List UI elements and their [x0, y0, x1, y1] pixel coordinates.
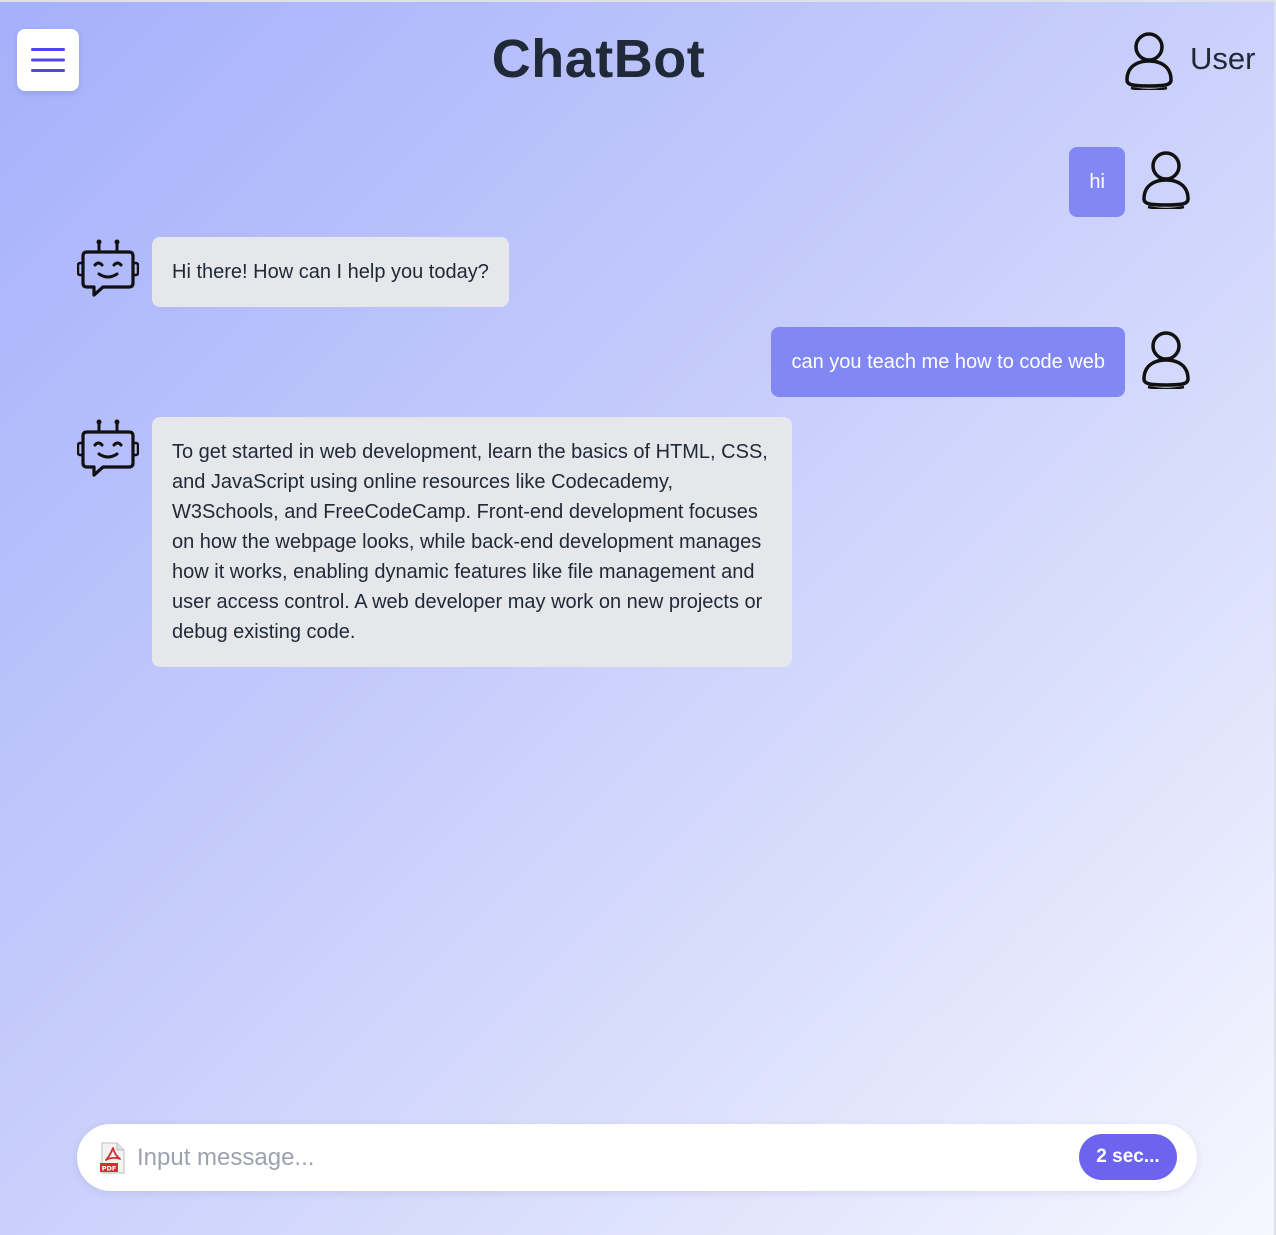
robot-icon: [77, 419, 139, 477]
message-avatar: [1135, 327, 1197, 389]
message-row-user: hi: [1069, 147, 1197, 217]
svg-text:PDF: PDF: [102, 1165, 117, 1173]
send-button[interactable]: 2 sec...: [1079, 1134, 1177, 1180]
user-message-bubble: hi: [1069, 147, 1125, 217]
pdf-file-icon: PDF: [100, 1142, 125, 1174]
message-row-user: can you teach me how to code web: [771, 327, 1197, 397]
window-top-border: [0, 0, 1276, 2]
attach-pdf-button[interactable]: PDF: [100, 1142, 126, 1179]
user-avatar-icon: [1142, 151, 1190, 209]
avatar: [1118, 28, 1180, 90]
bot-avatar: [77, 237, 139, 299]
message-row-bot: Hi there! How can I help you today?: [77, 237, 509, 307]
message-avatar: [1135, 147, 1197, 209]
bot-avatar: [77, 417, 139, 479]
user-avatar-icon: [1142, 331, 1190, 389]
bot-message-bubble: To get started in web development, learn…: [152, 417, 792, 667]
user-menu[interactable]: User: [1118, 28, 1255, 90]
robot-icon: [77, 239, 139, 297]
bot-message-bubble: Hi there! How can I help you today?: [152, 237, 509, 307]
user-message-bubble: can you teach me how to code web: [771, 327, 1125, 397]
user-avatar-icon: [1125, 32, 1173, 90]
message-input[interactable]: [137, 1136, 1067, 1180]
message-row-bot: To get started in web development, learn…: [77, 417, 792, 667]
page-title: ChatBot: [491, 29, 706, 89]
user-name-label: User: [1190, 41, 1256, 76]
message-composer: PDF 2 sec...: [77, 1124, 1197, 1191]
